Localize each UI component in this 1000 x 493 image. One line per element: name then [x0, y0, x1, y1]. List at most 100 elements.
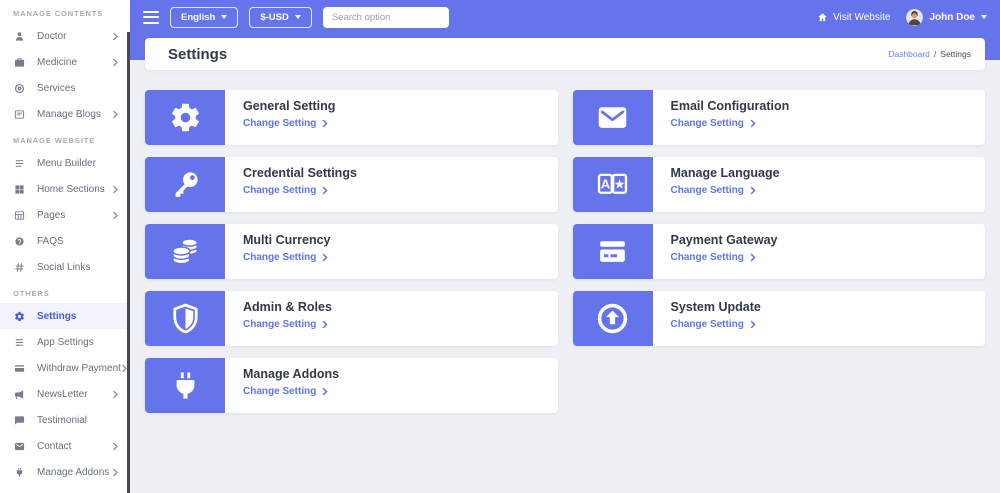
chevron-right-icon [112, 32, 119, 41]
change-setting-link[interactable]: Change Setting [243, 252, 328, 263]
credit-card-icon [573, 224, 653, 279]
card-manage-addons: Manage Addons Change Setting [145, 358, 558, 413]
hash-icon [14, 262, 25, 273]
megaphone-icon [14, 389, 25, 400]
card-manage-language: A★ Manage Language Change Setting [573, 157, 986, 212]
sidebar-item-medicine[interactable]: Medicine [0, 49, 130, 75]
breadcrumb: Dashboard / Settings [888, 49, 971, 59]
topbar-right: Visit Website John Doe [817, 9, 987, 26]
topbar: English $-USD Visit Website John Doe [130, 0, 1000, 34]
card-system-update: System Update Change Setting [573, 291, 986, 346]
caret-down-icon [221, 15, 227, 19]
sidebar-item-testimonial[interactable]: Testimonial [0, 407, 130, 433]
sidebar-item-label: Menu Builder [37, 158, 119, 169]
translate-icon: A★ [573, 157, 653, 212]
breadcrumb-dashboard-link[interactable]: Dashboard [888, 49, 930, 59]
chevron-right-icon [322, 119, 328, 128]
card-general-setting: General Setting Change Setting [145, 90, 558, 145]
chevron-right-icon [112, 468, 119, 477]
caret-down-icon [295, 15, 301, 19]
sidebar-item-doctor[interactable]: Doctor [0, 23, 130, 49]
sidebar-item-manage-blogs[interactable]: Manage Blogs [0, 101, 130, 127]
sidebar-item-label: App Settings [37, 337, 119, 348]
breadcrumb-separator: / [934, 49, 936, 59]
sidebar-item-pages[interactable]: Pages [0, 202, 130, 228]
sidebar-item-newsletter[interactable]: NewsLetter [0, 381, 130, 407]
main-area: English $-USD Visit Website John Doe [130, 0, 1000, 493]
page-title: Settings [168, 46, 227, 63]
chevron-right-icon [750, 320, 756, 329]
sidebar-item-label: Contact [37, 441, 112, 452]
coins-icon [145, 224, 225, 279]
card-title: Manage Language [671, 166, 780, 180]
medicine-icon [14, 57, 25, 68]
change-setting-link[interactable]: Change Setting [243, 185, 328, 196]
currency-label: $-USD [260, 12, 289, 23]
card-title: Multi Currency [243, 233, 331, 247]
home-icon [817, 12, 828, 23]
search-input[interactable] [323, 7, 449, 28]
chevron-right-icon [112, 211, 119, 220]
sidebar-item-app-settings[interactable]: App Settings [0, 329, 130, 355]
change-setting-link[interactable]: Change Setting [243, 386, 328, 397]
visit-website-link[interactable]: Visit Website [817, 12, 890, 23]
sliders-icon [14, 337, 25, 348]
hamburger-icon[interactable] [143, 11, 159, 24]
sidebar-item-label: Social Links [37, 262, 119, 273]
sidebar-item-label: FAQS [37, 236, 119, 247]
card-admin-roles: Admin & Roles Change Setting [145, 291, 558, 346]
change-setting-link[interactable]: Change Setting [671, 319, 756, 330]
user-menu[interactable]: John Doe [906, 9, 987, 26]
card-payment-gateway: Payment Gateway Change Setting [573, 224, 986, 279]
sidebar-item-label: Doctor [37, 31, 112, 42]
chevron-right-icon [322, 253, 328, 262]
caret-down-icon [981, 15, 987, 19]
change-setting-link[interactable]: Change Setting [671, 118, 756, 129]
home-sections-icon [14, 184, 25, 195]
sidebar-item-withdraw-payment[interactable]: Withdraw Payment [0, 355, 130, 381]
chevron-right-icon [322, 320, 328, 329]
currency-dropdown[interactable]: $-USD [249, 7, 312, 28]
language-label: English [181, 12, 215, 23]
blogs-icon [14, 109, 25, 120]
credit-card-icon [14, 363, 25, 374]
envelope-icon [573, 90, 653, 145]
sidebar-item-contact[interactable]: Contact [0, 433, 130, 459]
card-title: Credential Settings [243, 166, 357, 180]
change-setting-link[interactable]: Change Setting [243, 118, 328, 129]
change-setting-link[interactable]: Change Setting [671, 185, 756, 196]
change-setting-link[interactable]: Change Setting [243, 319, 328, 330]
services-icon [14, 83, 25, 94]
language-dropdown[interactable]: English [170, 7, 238, 28]
card-credential-settings: Credential Settings Change Setting [145, 157, 558, 212]
change-setting-link[interactable]: Change Setting [671, 252, 756, 263]
sidebar-item-label: Settings [37, 311, 119, 322]
sidebar-scrollbar[interactable] [127, 32, 130, 493]
visit-website-label: Visit Website [833, 12, 890, 23]
envelope-icon [14, 441, 25, 452]
card-title: General Setting [243, 99, 335, 113]
plug-icon [14, 467, 25, 478]
sidebar-item-menu-builder[interactable]: Menu Builder [0, 150, 130, 176]
plug-icon [145, 358, 225, 413]
menu-builder-icon [14, 158, 25, 169]
card-title: Payment Gateway [671, 233, 778, 247]
doctor-icon [14, 31, 25, 42]
sidebar-item-home-sections[interactable]: Home Sections [0, 176, 130, 202]
sidebar-item-social-links[interactable]: Social Links [0, 254, 130, 280]
shield-icon [145, 291, 225, 346]
card-email-configuration: Email Configuration Change Setting [573, 90, 986, 145]
sidebar-item-manage-addons[interactable]: Manage Addons [0, 459, 130, 485]
comment-icon [14, 415, 25, 426]
sidebar-item-services[interactable]: Services [0, 75, 130, 101]
sidebar-item-label: Pages [37, 210, 112, 221]
chevron-right-icon [112, 390, 119, 399]
sidebar-item-label: Medicine [37, 57, 112, 68]
sidebar-section-manage-contents: MANAGE CONTENTS [0, 0, 130, 23]
sidebar-item-settings[interactable]: Settings [0, 303, 130, 329]
sidebar-section-manage-website: MANAGE WEBSITE [0, 127, 130, 150]
sidebar-section-others: OTHERS [0, 280, 130, 303]
arrow-up-circle-icon [573, 291, 653, 346]
sidebar-item-faqs[interactable]: FAQS [0, 228, 130, 254]
sidebar-item-label: Home Sections [37, 184, 112, 195]
